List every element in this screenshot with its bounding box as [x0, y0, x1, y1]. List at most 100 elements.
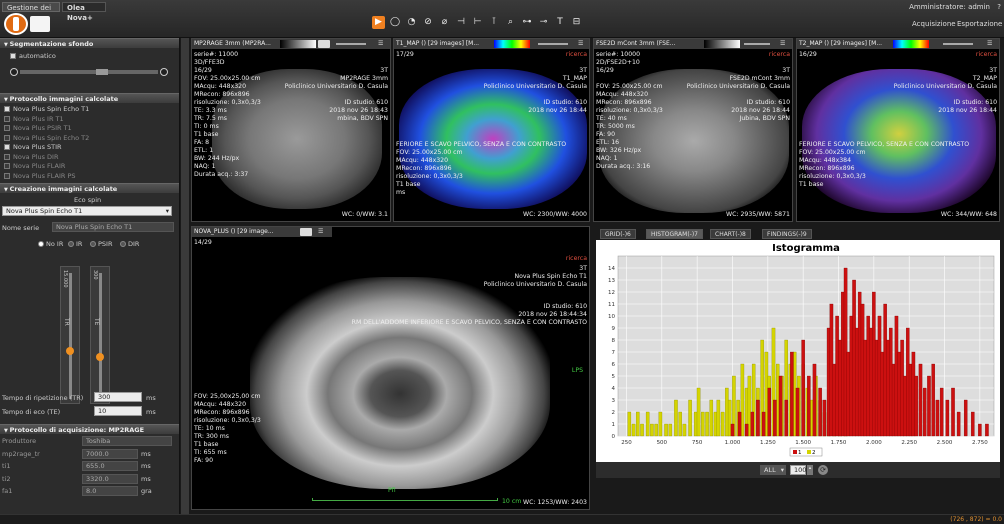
viewport-mp2rage[interactable]: MP2RAGE 3mm (MP2RA... ☰ serie#: 11000 3D/…	[191, 38, 391, 222]
acq-row-value[interactable]: Toshiba	[82, 436, 172, 446]
tool-button-12[interactable]: ⊟	[570, 16, 583, 29]
tab-findings[interactable]: FINDINGS(-)9	[762, 229, 812, 239]
tr-slider-thumb[interactable]	[66, 347, 74, 355]
radio-circle[interactable]	[68, 241, 74, 247]
tool-button-5[interactable]: ⊣	[455, 16, 468, 29]
viewport-t1-map[interactable]: T1_MAP () [29 images] [M... ☰ 17/29 rice…	[393, 38, 590, 222]
lut-gradient[interactable]	[494, 40, 530, 48]
tab-histogram[interactable]: HISTOGRAM(-)7	[646, 229, 703, 239]
section-protocollo-calcolate[interactable]: Protocollo immagini calcolate	[0, 93, 179, 103]
automatico-checkbox[interactable]: automatico	[10, 52, 56, 61]
proto-item[interactable]: Nova Plus IR T1	[4, 115, 64, 124]
section-creazione[interactable]: Creazione immagini calcolate	[0, 183, 179, 193]
tool-button-2[interactable]: ◔	[405, 16, 418, 29]
radio-psir[interactable]: PSIR	[90, 240, 112, 248]
proto-item[interactable]: Nova Plus Spin Echo T1	[4, 105, 89, 114]
refresh-icon[interactable]: ⟳	[818, 465, 828, 475]
radio-ir[interactable]: IR	[68, 240, 82, 248]
nav-acquisizione[interactable]: Acquisizione	[912, 20, 956, 28]
tool-button-3[interactable]: ⊘	[422, 16, 435, 29]
tab-chart[interactable]: CHART(-)8	[710, 229, 751, 239]
checkbox-box[interactable]	[10, 53, 16, 59]
lut-dropdown[interactable]	[318, 40, 330, 48]
checkbox-box[interactable]	[4, 172, 10, 179]
te-input[interactable]: 10	[94, 406, 142, 416]
tab-olea-nova[interactable]: Olea Nova+	[62, 2, 106, 22]
opacity-slider[interactable]	[336, 43, 366, 45]
radio-circle[interactable]	[90, 241, 96, 247]
histogram-bar	[945, 399, 950, 437]
checkbox-box[interactable]	[4, 153, 10, 160]
opacity-slider[interactable]	[943, 43, 973, 45]
viewport-fse2d[interactable]: FSE2D mCont 3mm (FSE... ☰ serie#: 10000 2…	[593, 38, 793, 222]
y-tick-label: 13	[608, 278, 615, 284]
tool-button-4[interactable]: ⌀	[438, 16, 451, 29]
tool-button-8[interactable]: ⌕	[504, 16, 517, 29]
bins-input[interactable]: 100	[790, 465, 806, 475]
nome-serie-input[interactable]: Nova Plus Spin Echo T1	[52, 222, 174, 232]
radio-circle[interactable]	[38, 241, 44, 247]
tr-slider-track[interactable]	[69, 273, 72, 399]
viewport-nova-plus[interactable]: NOVA_PLUS () [29 image... ☰ 14/29 ricerc…	[191, 226, 590, 510]
viewport-t2-map[interactable]: T2_MAP () [29 images] [M... ☰ 16/29 rice…	[796, 38, 1000, 222]
checkbox-box[interactable]	[4, 106, 10, 112]
menu-icon[interactable]: ☰	[987, 39, 992, 49]
overlay-left-info: serie#: 10000 2D/FSE2D+10 16/29 FOV: 25.00x…	[596, 51, 663, 170]
te-slider[interactable]	[90, 266, 110, 404]
te-slider-track[interactable]	[99, 273, 102, 399]
slider-track[interactable]	[20, 70, 158, 74]
opacity-slider[interactable]	[744, 43, 770, 45]
menu-icon[interactable]: ☰	[378, 39, 383, 49]
proto-item[interactable]: Nova Plus DIR	[4, 153, 58, 162]
proto-item[interactable]: Nova Plus Spin Echo T2	[4, 134, 89, 143]
menu-icon[interactable]: ☰	[318, 227, 323, 237]
checkbox-box[interactable]	[4, 134, 10, 141]
section-segmentazione[interactable]: Segmentazione sfondo	[0, 38, 179, 48]
slider-min-knob[interactable]	[10, 68, 18, 76]
proto-item[interactable]: Nova Plus FLAIR PS	[4, 172, 76, 181]
section-acquisizione[interactable]: Protocollo di acquisizione: MP2RAGE	[0, 424, 179, 434]
tool-button-0[interactable]: ▶	[372, 16, 385, 29]
tab-grid[interactable]: GRID(-)6	[600, 229, 636, 239]
tab-gestione-dati[interactable]: Gestione dei dati	[2, 2, 60, 22]
acq-row-value[interactable]: 3320.0	[82, 473, 138, 484]
histogram-bar	[688, 399, 692, 437]
bins-stepper[interactable]: ▴	[807, 465, 813, 475]
checkbox-box[interactable]	[4, 125, 10, 131]
menu-icon[interactable]: ☰	[780, 39, 785, 49]
lut-dropdown[interactable]	[300, 228, 312, 236]
radio-no-ir[interactable]: No IR	[38, 240, 63, 248]
checkbox-box[interactable]	[4, 144, 10, 150]
checkbox-box[interactable]	[4, 115, 10, 122]
tool-button-9[interactable]: ⊶	[521, 16, 534, 29]
tool-button-11[interactable]: T	[554, 16, 567, 29]
sequence-select[interactable]: Nova Plus Spin Echo T1 ▾	[2, 206, 172, 216]
acq-row-value[interactable]: 8.0	[82, 486, 138, 496]
slider-max-knob[interactable]	[160, 68, 168, 76]
tool-button-6[interactable]: ⊢	[471, 16, 484, 29]
proto-item[interactable]: Nova Plus PSIR T1	[4, 124, 72, 133]
lut-gradient[interactable]	[704, 40, 740, 48]
opacity-slider[interactable]	[538, 43, 568, 45]
panel-splitter[interactable]	[181, 38, 189, 524]
tool-button-7[interactable]: ⊺	[488, 16, 501, 29]
checkbox-box[interactable]	[4, 163, 10, 169]
acq-row-value[interactable]: 655.0	[82, 461, 138, 471]
help-icon[interactable]: ?	[997, 3, 1001, 11]
slider-thumb[interactable]	[96, 69, 108, 75]
acq-row-value[interactable]: 7000.0	[82, 448, 138, 459]
te-slider-thumb[interactable]	[96, 353, 104, 361]
radio-circle[interactable]	[120, 241, 126, 247]
tool-button-1[interactable]: ◯	[389, 16, 402, 29]
tool-button-10[interactable]: ⊸	[537, 16, 550, 29]
tr-input[interactable]: 300	[94, 392, 142, 402]
series-select[interactable]: ALL ▾	[760, 465, 786, 475]
menu-icon[interactable]: ☰	[578, 39, 583, 49]
nav-esportazione[interactable]: Esportazione	[957, 20, 1002, 28]
lut-gradient[interactable]	[893, 40, 929, 48]
proto-item[interactable]: Nova Plus FLAIR	[4, 162, 65, 171]
lut-gradient[interactable]	[280, 40, 316, 48]
radio-dir[interactable]: DIR	[120, 240, 139, 248]
proto-item[interactable]: Nova Plus STIR	[4, 143, 62, 152]
segmentation-slider[interactable]	[8, 67, 170, 77]
